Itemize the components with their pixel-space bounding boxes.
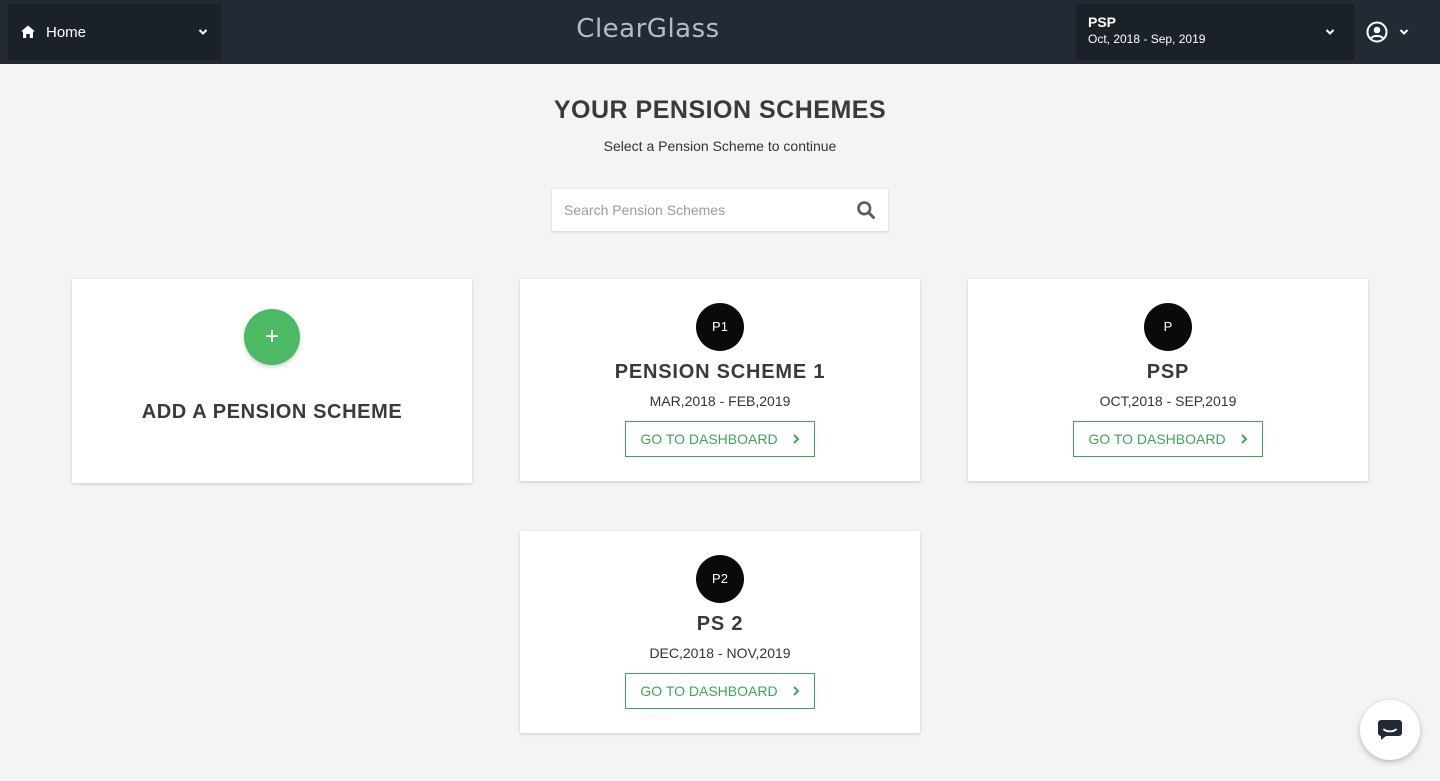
scheme-name: PSP	[1146, 361, 1190, 383]
add-scheme-label: ADD A PENSION SCHEME	[141, 401, 403, 423]
scheme-card: P1 PENSION SCHEME 1 MAR,2018 - FEB,2019 …	[520, 279, 920, 481]
go-to-dashboard-button[interactable]: GO TO DASHBOARD	[625, 673, 815, 709]
chat-widget-button[interactable]	[1360, 700, 1420, 760]
chevron-down-icon	[1325, 29, 1335, 35]
scheme-avatar: P1	[696, 303, 744, 351]
scheme-card: P PSP OCT,2018 - SEP,2019 GO TO DASHBOAR…	[968, 279, 1368, 481]
user-circle-icon	[1366, 21, 1388, 43]
chat-icon	[1378, 720, 1402, 740]
scheme-avatar: P2	[696, 555, 744, 603]
scheme-period: MAR,2018 - FEB,2019	[649, 393, 791, 409]
search-box	[552, 189, 888, 231]
scheme-name: PS 2	[696, 613, 744, 635]
current-scheme-period: Oct, 2018 - Sep, 2019	[1088, 32, 1206, 46]
chevron-right-icon	[792, 686, 800, 696]
go-to-dashboard-button[interactable]: GO TO DASHBOARD	[625, 421, 815, 457]
scheme-period: DEC,2018 - NOV,2019	[649, 645, 791, 661]
scheme-avatar: P	[1144, 303, 1192, 351]
search-icon[interactable]	[856, 200, 876, 220]
go-to-dashboard-button[interactable]: GO TO DASHBOARD	[1073, 421, 1263, 457]
page-subtitle: Select a Pension Scheme to continue	[603, 138, 837, 154]
scheme-period: OCT,2018 - SEP,2019	[1099, 393, 1237, 409]
add-scheme-card[interactable]: + ADD A PENSION SCHEME	[72, 279, 472, 483]
go-to-dashboard-label: GO TO DASHBOARD	[640, 431, 778, 447]
chevron-right-icon	[1240, 434, 1248, 444]
search-input[interactable]	[564, 202, 856, 218]
page-title: YOUR PENSION SCHEMES	[553, 96, 887, 124]
user-menu[interactable]	[1366, 18, 1424, 46]
current-scheme-dropdown[interactable]: PSP Oct, 2018 - Sep, 2019	[1076, 4, 1354, 60]
chevron-down-icon	[1399, 29, 1409, 35]
scheme-name: PENSION SCHEME 1	[614, 361, 826, 383]
plus-icon[interactable]: +	[244, 309, 300, 365]
go-to-dashboard-label: GO TO DASHBOARD	[1088, 431, 1226, 447]
current-scheme-name: PSP	[1088, 14, 1117, 30]
chevron-right-icon	[792, 434, 800, 444]
go-to-dashboard-label: GO TO DASHBOARD	[640, 683, 778, 699]
scheme-card: P2 PS 2 DEC,2018 - NOV,2019 GO TO DASHBO…	[520, 531, 920, 733]
top-navigation-bar: Home ClearGlass PSP Oct, 2018 - Sep, 201…	[0, 0, 1440, 64]
